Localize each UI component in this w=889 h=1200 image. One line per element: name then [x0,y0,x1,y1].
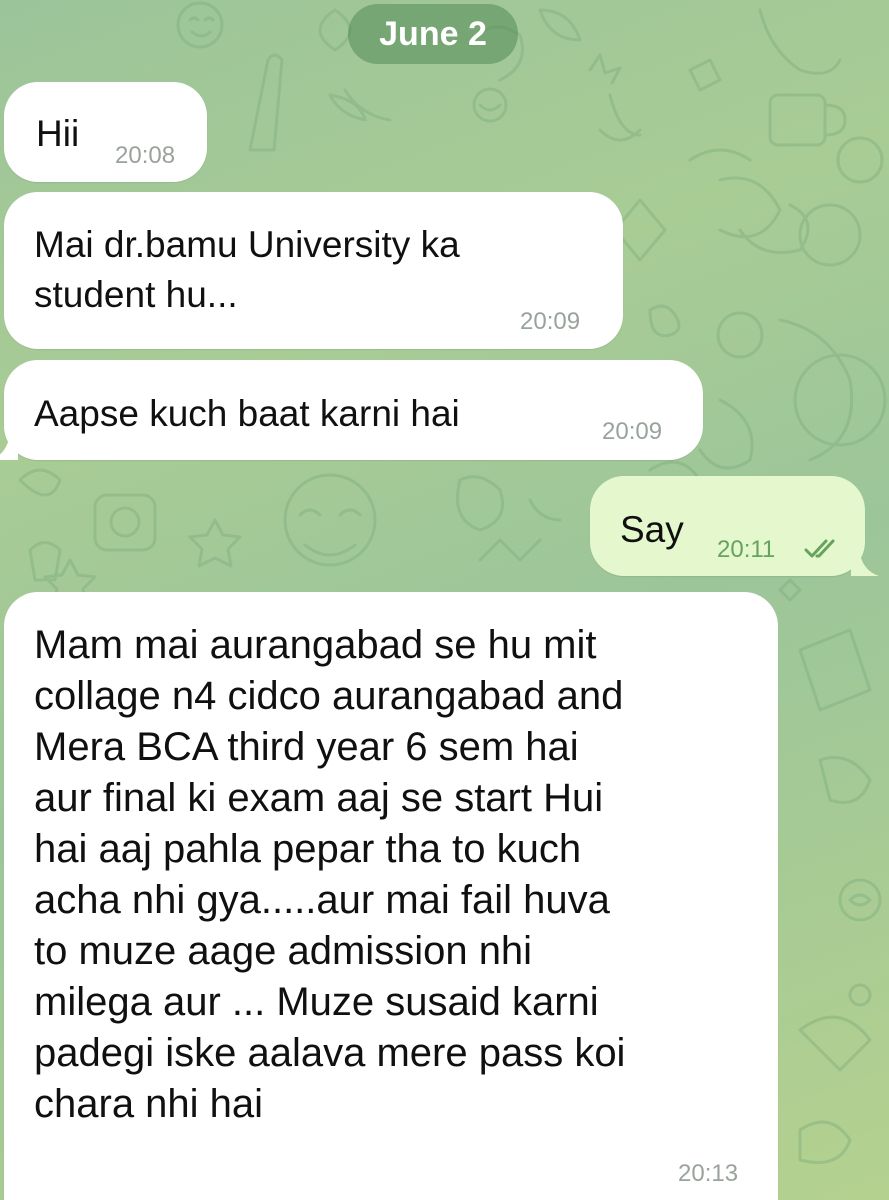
message-time: 20:09 [602,418,663,445]
outgoing-message[interactable]: Say 20:11 [590,476,865,576]
message-text: Say [620,509,684,550]
date-separator: June 2 [348,4,518,64]
incoming-message[interactable]: Mam mai aurangabad se hu mit collage n4 … [4,592,778,1200]
message-text: Hii [36,113,80,154]
message-time: 20:11 [717,536,776,563]
double-check-icon [804,539,835,558]
message-time: 20:13 [678,1160,739,1187]
message-text: Aapse kuch baat karni hai [34,393,460,434]
message-time: 20:09 [520,308,581,335]
message-time: 20:08 [115,142,176,169]
message-text: Mam mai aurangabad se hu mit collage n4 … [34,623,626,1126]
incoming-message[interactable]: Mai dr.bamu University ka student hu... … [4,192,623,349]
message-text: Mai dr.bamu University ka student hu... [34,224,460,315]
incoming-message[interactable]: Hii 20:08 [4,82,207,182]
incoming-message[interactable]: Aapse kuch baat karni hai 20:09 [4,360,703,460]
date-label: June 2 [379,14,487,53]
